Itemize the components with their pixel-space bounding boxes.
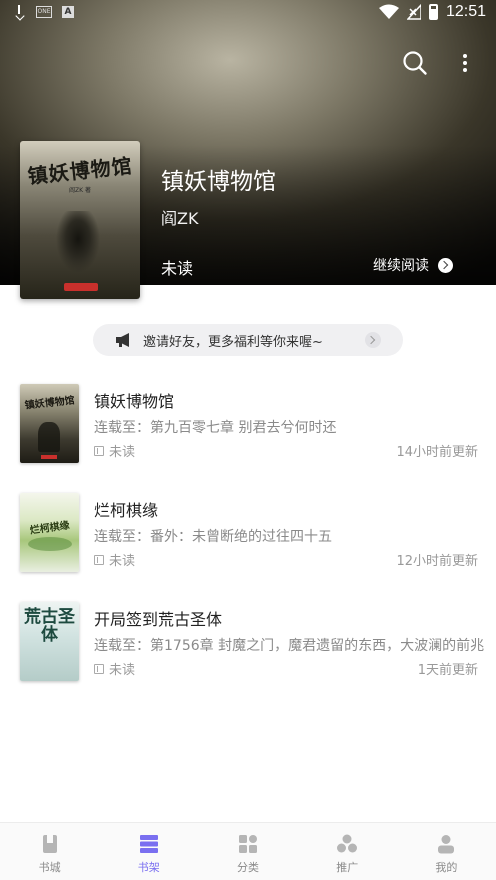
cover-figure (28, 537, 72, 551)
book-read-icon (94, 663, 104, 674)
invite-text: 邀请好友，更多福利等你来喔~ (143, 334, 323, 350)
invite-friends-banner[interactable]: 邀请好友，更多福利等你来喔~ (93, 324, 403, 356)
continue-reading-button[interactable]: 继续阅读 (373, 255, 453, 275)
clock: 12:51 (445, 3, 486, 20)
bookshelf-icon (139, 835, 158, 853)
status-bar: ONE A 12:51 (0, 0, 496, 26)
bookshelf-item[interactable]: 烂柯棋缘 烂柯棋缘 连载至：番外：未曾断绝的过往四十五 未读 12小时前更新 (0, 493, 496, 575)
update-time: 1天前更新 (417, 663, 478, 678)
cover-title-text: 烂柯棋缘 (29, 520, 71, 537)
publisher-badge (64, 283, 98, 291)
app-box-icon: ONE (36, 6, 52, 18)
cover-figure (38, 422, 60, 452)
bookshelf-item[interactable]: 荒古圣体 开局签到荒古圣体 连载至：第1756章 封魔之门，魔君遗留的东西，大波… (0, 602, 496, 684)
book-cover: 烂柯棋缘 (20, 493, 79, 572)
update-time: 14小时前更新 (396, 445, 478, 460)
latest-chapter: 连载至：第九百零七章 别君去兮何时还 (94, 420, 337, 436)
book-title: 烂柯棋缘 (94, 501, 159, 520)
search-icon[interactable] (402, 50, 428, 76)
book-title: 镇妖博物馆 (94, 392, 175, 411)
battery-icon (428, 4, 438, 20)
book-store-icon (42, 835, 57, 853)
megaphone-icon (116, 333, 129, 347)
wifi-icon (378, 4, 399, 19)
category-grid-icon (239, 835, 257, 853)
latest-chapter: 连载至：第1756章 封魔之门，魔君遗留的东西，大波澜的前兆 (94, 638, 485, 654)
bookshelf-item[interactable]: 镇妖博物馆 镇妖博物馆 连载至：第九百零七章 别君去兮何时还 未读 14小时前更… (0, 384, 496, 466)
promote-icon (337, 834, 358, 853)
cover-figure (55, 211, 101, 281)
nav-label: 书城 (38, 861, 61, 874)
nav-item-bookstore[interactable]: 书城 (0, 823, 99, 880)
cover-title-text: 荒古圣体 (24, 607, 75, 645)
book-title: 开局签到荒古圣体 (94, 610, 223, 629)
featured-book-title: 镇妖博物馆 (161, 169, 276, 195)
book-read-icon (94, 445, 104, 456)
cover-author-text: 阎ZK 著 (69, 187, 91, 194)
featured-read-status: 未读 (161, 259, 194, 278)
book-cover: 荒古圣体 (20, 602, 79, 681)
cover-title-text: 镇妖博物馆 (24, 395, 76, 412)
nav-label: 分类 (237, 861, 259, 874)
text-a-icon: A (62, 6, 74, 18)
book-meta: 未读 (94, 441, 135, 460)
profile-icon (438, 835, 455, 854)
download-icon (12, 5, 26, 19)
latest-chapter: 连载至：番外：未曾断绝的过往四十五 (94, 529, 332, 545)
update-time: 12小时前更新 (396, 554, 478, 569)
signal-off-icon (406, 4, 421, 20)
featured-book-cover[interactable]: 镇妖博物馆 阎ZK 著 (20, 141, 140, 299)
nav-label: 书架 (137, 861, 160, 874)
nav-label: 推广 (336, 861, 359, 874)
chevron-right-icon (438, 257, 453, 273)
nav-item-category[interactable]: 分类 (198, 823, 297, 880)
nav-label: 我的 (435, 861, 458, 874)
more-vertical-icon[interactable] (456, 52, 474, 74)
read-status: 未读 (109, 554, 136, 569)
cover-title-text: 镇妖博物馆 (26, 153, 134, 189)
book-meta: 未读 (94, 659, 135, 678)
book-meta: 未读 (94, 550, 135, 569)
nav-item-profile[interactable]: 我的 (397, 823, 496, 880)
book-cover: 镇妖博物馆 (20, 384, 79, 463)
chevron-right-icon (365, 332, 381, 348)
nav-item-promote[interactable]: 推广 (298, 823, 397, 880)
featured-book-author: 阎ZK (161, 209, 199, 228)
book-read-icon (94, 554, 104, 565)
read-status: 未读 (109, 445, 136, 460)
continue-reading-label: 继续阅读 (373, 258, 429, 274)
publisher-badge (41, 455, 57, 459)
read-status: 未读 (109, 663, 136, 678)
nav-item-bookshelf[interactable]: 书架 (99, 823, 198, 880)
bottom-navigation: 书城 书架 分类 推广 我的 (0, 822, 496, 880)
